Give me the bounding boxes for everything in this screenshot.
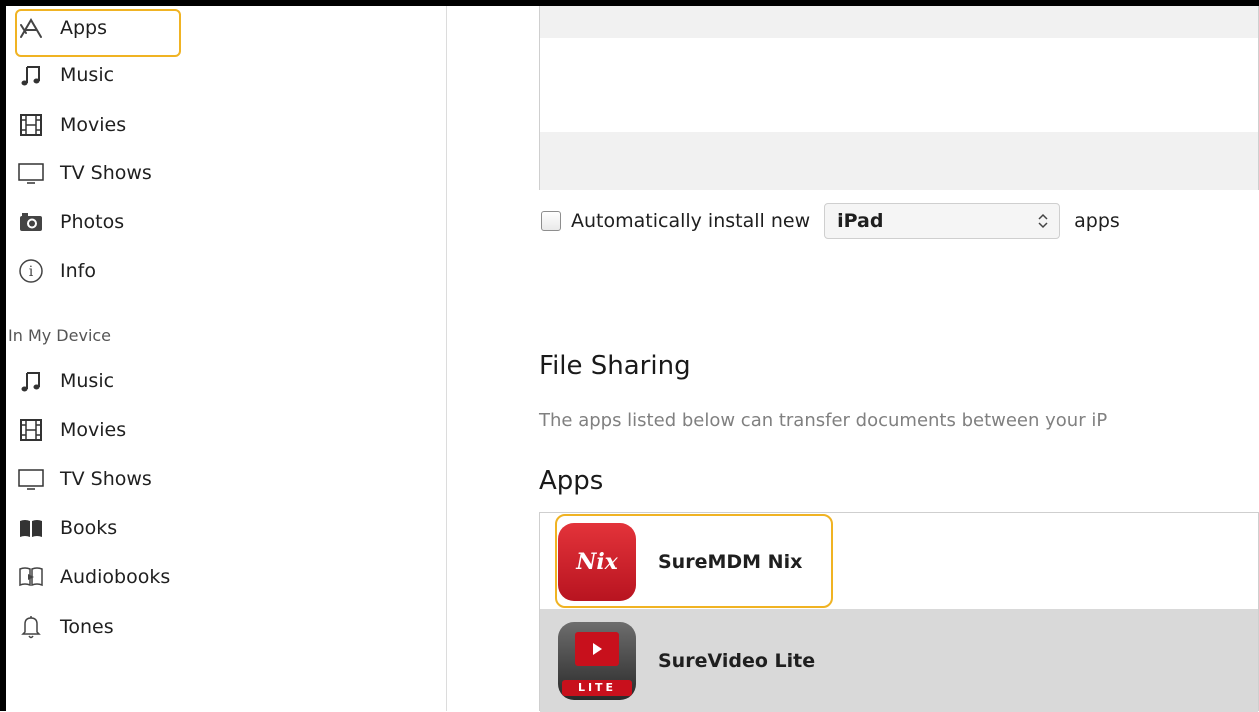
sidebar-item-label: TV Shows: [60, 468, 152, 490]
film-icon: [16, 112, 46, 138]
device-type-value: iPad: [837, 210, 884, 232]
apps-list[interactable]: [539, 6, 1259, 190]
app-store-icon: [16, 15, 46, 41]
sidebar-item-music[interactable]: Music: [16, 57, 114, 93]
music-note-icon: [16, 368, 46, 394]
sidebar-item-label: Music: [60, 64, 115, 86]
sidebar-item-device-music[interactable]: Music: [16, 363, 114, 399]
sidebar-item-label: Movies: [60, 419, 127, 441]
sidebar-item-photos[interactable]: Photos: [16, 204, 124, 240]
sidebar-item-device-tv-shows[interactable]: TV Shows: [16, 461, 152, 497]
play-icon: [575, 631, 619, 666]
sidebar-item-device-movies[interactable]: Movies: [16, 412, 126, 448]
tv-icon: [16, 466, 46, 492]
sidebar: Apps Music Movies TV Shows Photos i Info…: [6, 6, 447, 711]
apps-section-title: Apps: [539, 466, 604, 496]
camera-icon: [16, 209, 46, 235]
sidebar-item-label: Tones: [60, 616, 114, 638]
music-note-icon: [16, 62, 46, 88]
auto-install-label: Automatically install new: [571, 210, 811, 232]
auto-install-checkbox[interactable]: [541, 211, 561, 231]
sidebar-item-label: Photos: [60, 211, 125, 233]
app-name: SureVideo Lite: [658, 649, 816, 672]
sidebar-item-label: Apps: [60, 17, 108, 39]
audiobook-icon: [16, 564, 46, 590]
up-down-chevron-icon: [1037, 212, 1049, 230]
sidebar-item-device-books[interactable]: Books: [16, 510, 117, 546]
lite-badge: LITE: [562, 679, 632, 696]
sidebar-item-info[interactable]: i Info: [16, 253, 96, 289]
sidebar-item-movies[interactable]: Movies: [16, 107, 126, 143]
sidebar-item-label: Movies: [60, 114, 127, 136]
sidebar-item-device-tones[interactable]: Tones: [16, 609, 114, 645]
bell-icon: [16, 614, 46, 640]
sidebar-item-tv-shows[interactable]: TV Shows: [16, 155, 152, 191]
sidebar-item-device-audiobooks[interactable]: Audiobooks: [16, 559, 170, 595]
sidebar-item-label: Info: [60, 260, 96, 282]
list-row[interactable]: [540, 132, 1258, 190]
list-row[interactable]: [540, 6, 1258, 38]
sidebar-item-label: Books: [60, 517, 118, 539]
device-type-select[interactable]: iPad: [824, 203, 1061, 239]
app-row-surevideo-lite[interactable]: LITE SureVideo Lite: [540, 609, 1258, 712]
film-icon: [16, 417, 46, 443]
book-icon: [16, 515, 46, 541]
surevideo-lite-icon: LITE: [558, 621, 636, 700]
file-sharing-description: The apps listed below can transfer docum…: [539, 410, 1108, 431]
auto-install-row: Automatically install new iPad apps: [541, 201, 1120, 241]
sidebar-item-label: Music: [60, 370, 115, 392]
sidebar-item-label: TV Shows: [60, 162, 152, 184]
tv-icon: [16, 160, 46, 186]
sidebar-item-label: Audiobooks: [60, 566, 171, 588]
suremdm-nix-highlight: [555, 514, 833, 608]
sidebar-item-apps[interactable]: Apps: [16, 10, 107, 46]
section-title-in-my-device: In My Device: [8, 326, 112, 345]
file-sharing-title: File Sharing: [539, 351, 691, 381]
info-icon: i: [16, 258, 46, 284]
auto-install-suffix: apps: [1074, 210, 1120, 232]
svg-text:i: i: [29, 264, 34, 280]
